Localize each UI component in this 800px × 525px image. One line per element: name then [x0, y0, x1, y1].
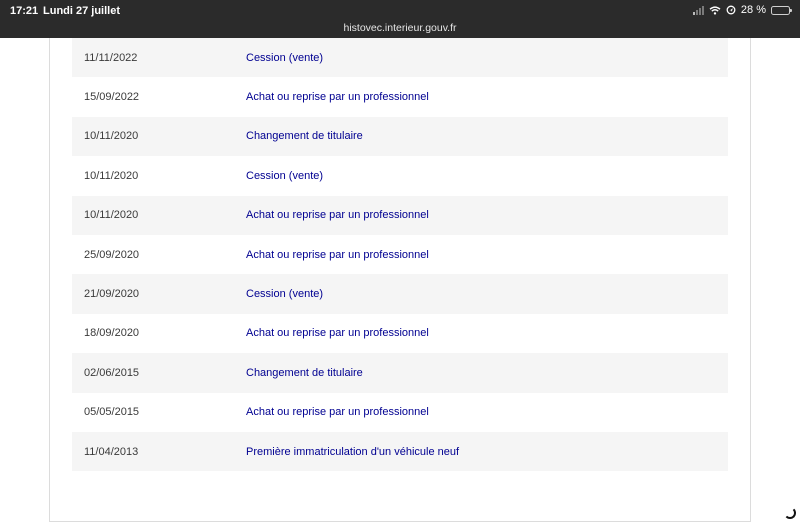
table-row: 10/11/2020 Achat ou reprise par un profes…	[72, 195, 728, 235]
table-row: 10/11/2020 Cession (vente)	[72, 156, 728, 195]
table-row: 10/11/2020 Changement de titulaire	[72, 116, 728, 157]
row-date: 11/11/2022	[84, 51, 138, 64]
location-icon	[726, 5, 736, 15]
status-indicators: 28 %	[692, 4, 792, 16]
row-operation: Cession (vente)	[246, 288, 324, 301]
wifi-icon	[709, 5, 721, 15]
row-date: 15/09/2022	[84, 91, 140, 104]
row-operation: Changement de titulaire	[246, 366, 363, 379]
battery-icon	[771, 5, 792, 15]
row-operation: Achat ou reprise par un professionnel	[246, 406, 429, 419]
row-operation: Achat ou reprise par un professionnel	[246, 327, 429, 340]
table-row: 15/09/2022 Achat ou reprise par un profes…	[72, 77, 728, 116]
table-row: 21/09/2020 Cession (vente)	[72, 274, 728, 314]
row-date: 18/09/2020	[84, 327, 140, 340]
signal-icon	[692, 5, 704, 15]
row-date: 10/11/2020	[84, 130, 139, 143]
row-operation: Achat ou reprise par un professionnel	[246, 209, 429, 222]
row-operation: Achat ou reprise par un professionnel	[246, 248, 429, 261]
row-date: 10/11/2020	[84, 169, 139, 182]
history-card: 11/11/2022 Cession (vente) 15/09/2022 Achat…	[49, 38, 751, 522]
row-date: 11/04/2013	[84, 445, 139, 458]
row-date: 02/06/2015	[84, 366, 140, 379]
status-date: Lundi 27 juillet	[43, 5, 121, 17]
table-row: 05/05/2015 Achat ou reprise par un profes…	[72, 393, 728, 432]
row-operation: Changement de titulaire	[246, 130, 363, 143]
status-bar: 17:21 Lundi 27 juillet histovec.interieu…	[0, 0, 800, 38]
row-operation: Première immatriculation d'un véhicule n…	[246, 445, 460, 458]
history-table: 11/11/2022 Cession (vente) 15/09/2022 Achat…	[72, 38, 728, 472]
address-bar-url[interactable]: histovec.interieur.gouv.fr	[0, 22, 800, 34]
row-operation: Cession (vente)	[246, 169, 324, 182]
spinner-icon	[784, 507, 796, 519]
row-date: 10/11/2020	[84, 209, 139, 222]
table-row: 11/11/2022 Cession (vente)	[72, 38, 728, 78]
status-time: 17:21	[10, 5, 39, 17]
row-date: 25/09/2020	[84, 248, 140, 261]
table-row: 11/04/2013 Première immatriculation d'un …	[72, 431, 728, 472]
row-operation: Cession (vente)	[246, 51, 324, 64]
row-date: 21/09/2020	[84, 288, 140, 301]
row-date: 05/05/2015	[84, 406, 140, 419]
row-operation: Achat ou reprise par un professionnel	[246, 91, 429, 104]
table-row: 25/09/2020 Achat ou reprise par un profes…	[72, 235, 728, 274]
battery-percentage: 28 %	[740, 4, 766, 16]
table-row: 02/06/2015 Changement de titulaire	[72, 353, 728, 393]
table-row: 18/09/2020 Achat ou reprise par un profes…	[72, 314, 728, 353]
